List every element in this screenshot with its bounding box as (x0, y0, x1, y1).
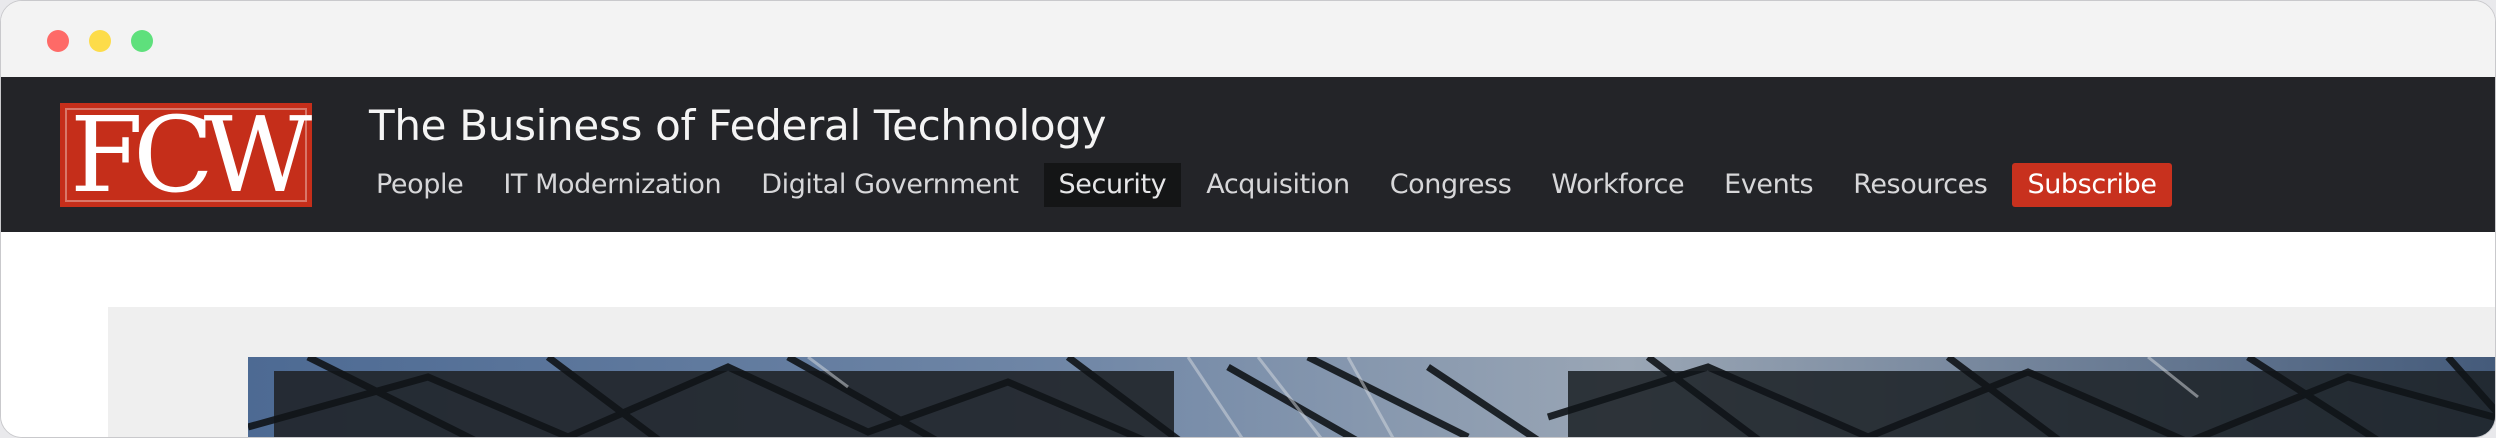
nav-item-digital-government[interactable]: Digital Government (746, 163, 1033, 207)
nav-item-it-modernization[interactable]: IT Modernization (488, 163, 736, 207)
window-titlebar (1, 1, 2495, 77)
nav-item-congress[interactable]: Congress (1375, 163, 1527, 207)
nav-item-workforce[interactable]: Workforce (1536, 163, 1699, 207)
nav-item-resources[interactable]: Resources (1838, 163, 2002, 207)
svg-text:FCW: FCW (70, 103, 312, 207)
nav-item-events[interactable]: Events (1709, 163, 1828, 207)
nav-item-people[interactable]: People (361, 163, 478, 207)
fcw-logo-mark: FCW (60, 103, 312, 207)
fcw-logo[interactable]: FCW (60, 103, 312, 207)
hero-lattice-graphic (248, 357, 2495, 437)
close-icon[interactable] (47, 30, 69, 52)
subscribe-button[interactable]: Subscribe (2012, 163, 2172, 207)
minimize-icon[interactable] (89, 30, 111, 52)
page-content (1, 232, 2495, 437)
main-nav: People IT Modernization Digital Governme… (361, 163, 2182, 207)
maximize-icon[interactable] (131, 30, 153, 52)
site-tagline: The Business of Federal Technology (369, 101, 1107, 150)
site-header: FCW The Business of Federal Technology P… (1, 77, 2495, 232)
hero-image[interactable] (248, 357, 2495, 437)
nav-item-acquisition[interactable]: Acquisition (1191, 163, 1364, 207)
browser-window: FCW The Business of Federal Technology P… (0, 0, 2496, 438)
nav-item-security[interactable]: Security (1043, 163, 1182, 207)
